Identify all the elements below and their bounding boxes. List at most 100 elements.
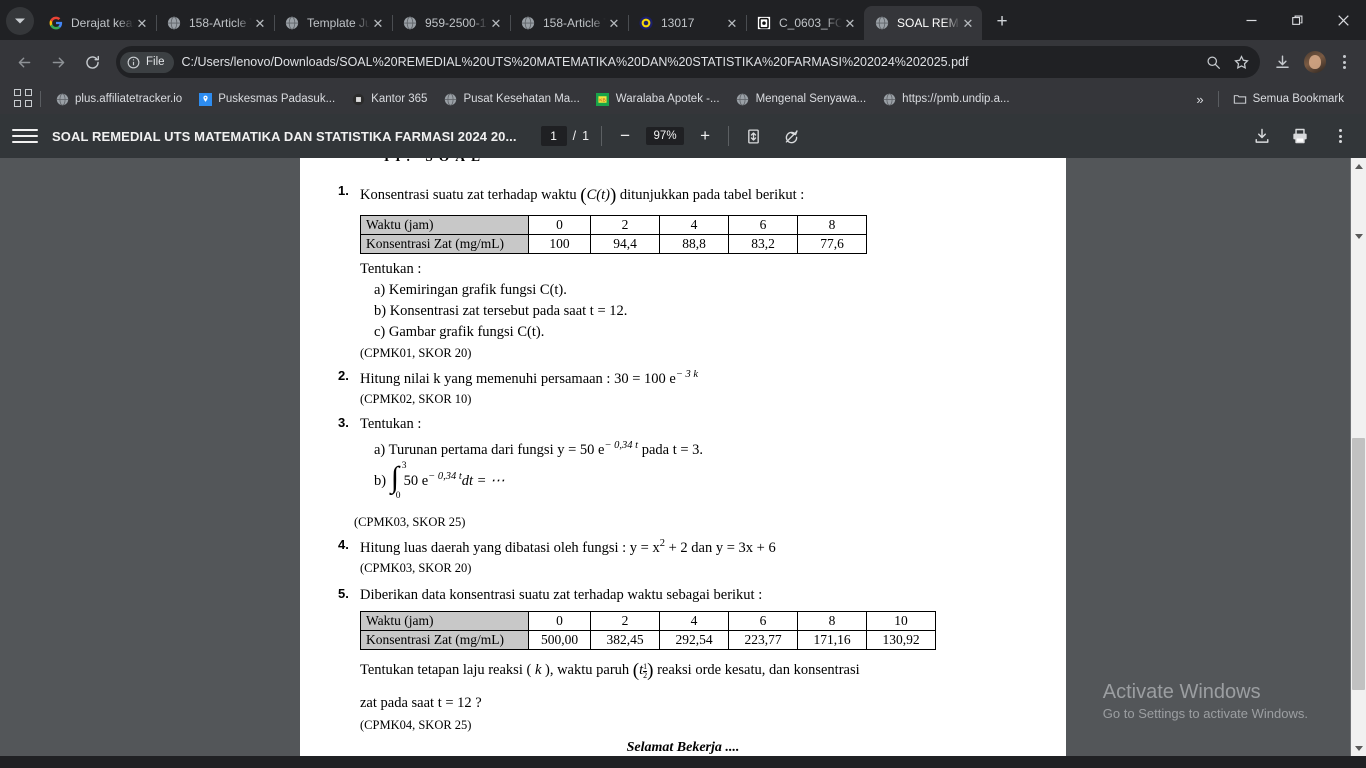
cell: 6 — [728, 214, 798, 235]
tab-close-button[interactable]: ✕ — [960, 15, 976, 31]
tab-search-button[interactable] — [6, 7, 34, 35]
globe-icon — [166, 15, 182, 31]
zoom-in-button[interactable]: + — [694, 125, 716, 147]
tab-3[interactable]: 959-2500-1- ✕ — [392, 6, 511, 40]
tab-4[interactable]: 158-Article T ✕ — [510, 6, 629, 40]
bookmark-label: Mengenal Senyawa... — [755, 93, 867, 105]
tab-close-button[interactable]: ✕ — [842, 15, 858, 31]
rotate-icon[interactable] — [779, 124, 803, 148]
fit-page-icon[interactable] — [741, 124, 765, 148]
vertical-scrollbar[interactable] — [1351, 158, 1366, 756]
page-separator: / — [572, 129, 577, 143]
bookmark-label: Puskesmas Padasuk... — [218, 93, 336, 105]
tab-5[interactable]: 13017 ✕ — [628, 6, 747, 40]
zoom-out-button[interactable]: − — [614, 125, 636, 147]
print-icon[interactable] — [1288, 124, 1312, 148]
question-body: Diberikan data konsentrasi suatu zat ter… — [360, 585, 1028, 735]
tab-0[interactable]: Derajat keasa ✕ — [38, 6, 157, 40]
tab-close-button[interactable]: ✕ — [370, 15, 386, 31]
question-text: Hitung luas daerah yang dibatasi oleh fu… — [360, 536, 1028, 559]
restore-icon[interactable] — [1274, 4, 1320, 36]
question-body: Konsentrasi suatu zat terhadap waktu (C(… — [360, 182, 1028, 362]
bookmark-6[interactable]: https://pmb.undip.a... — [874, 89, 1017, 109]
cell: 2 — [590, 214, 660, 235]
bookmarks-overflow-button[interactable]: » — [1188, 92, 1211, 107]
tab-close-button[interactable]: ✕ — [134, 15, 150, 31]
page-info-chip[interactable]: File — [120, 51, 174, 73]
globe-icon — [402, 15, 418, 31]
globe-icon — [882, 92, 896, 106]
tab-title: Derajat keasa — [71, 16, 134, 30]
zoom-controls: − 97% + — [614, 125, 716, 147]
download-icon[interactable] — [1250, 124, 1274, 148]
svg-text:KB: KB — [600, 97, 606, 103]
pdf-page: II. SOAL 1. Konsentrasi suatu zat terhad… — [300, 158, 1066, 756]
bookmark-0[interactable]: plus.affiliatetracker.io — [47, 89, 190, 109]
bookmark-1[interactable]: Puskesmas Padasuk... — [190, 89, 343, 109]
tab-7-active[interactable]: SOAL REMED ✕ — [864, 6, 982, 40]
question-prompt: Konsentrasi suatu zat terhadap waktu (C(… — [360, 182, 1028, 210]
table-row: Konsentrasi Zat (mg/mL) 100 94,4 88,8 83… — [360, 233, 867, 254]
tail-text-c: reaksi orde kesatu, dan konsentrasi — [657, 661, 860, 678]
tail-text-b: ), waktu paruh — [545, 661, 630, 678]
question-body: Hitung nilai k yang memenuhi persamaan :… — [360, 367, 1028, 408]
pdf-toolbar: SOAL REMEDIAL UTS MATEMATIKA DAN STATIST… — [0, 114, 1366, 158]
question-number: 5. — [338, 585, 349, 601]
tab-1[interactable]: 158-Article T ✕ — [156, 6, 275, 40]
page-number-input[interactable] — [540, 126, 567, 146]
scroll-up-arrow[interactable] — [1351, 158, 1366, 174]
apps-grid-icon[interactable] — [14, 89, 34, 109]
tab-close-button[interactable]: ✕ — [252, 15, 268, 31]
scroll-down-arrow[interactable] — [1351, 740, 1366, 756]
forward-button[interactable] — [42, 46, 74, 78]
omnibox-actions — [1200, 49, 1254, 75]
tab-close-button[interactable]: ✕ — [488, 15, 504, 31]
globe-icon — [520, 15, 536, 31]
tab-title: 158-Article T — [543, 16, 606, 30]
cell: 83,2 — [728, 233, 798, 254]
bookmark-5[interactable]: Mengenal Senyawa... — [728, 89, 875, 109]
half-life-notation: t12 — [639, 660, 648, 681]
back-button[interactable] — [8, 46, 40, 78]
downloads-button[interactable] — [1266, 46, 1298, 78]
cell: 223,77 — [728, 629, 798, 650]
row-label: Konsentrasi Zat (mg/mL) — [360, 629, 529, 650]
pdf-menu-icon[interactable] — [1326, 122, 1354, 150]
tab-close-button[interactable]: ✕ — [606, 15, 622, 31]
bookmark-4[interactable]: KB Waralaba Apotek -... — [588, 89, 728, 109]
url-text[interactable]: C:/Users/lenovo/Downloads/SOAL%20REMEDIA… — [182, 55, 1200, 69]
question-number: 1. — [338, 183, 349, 198]
view-controls — [741, 124, 803, 148]
bookmark-star-icon[interactable] — [1228, 49, 1254, 75]
profile-avatar[interactable] — [1304, 51, 1326, 73]
bookmark-3[interactable]: Pusat Kesehatan Ma... — [435, 89, 587, 109]
integral-symbol: ∫ — [390, 460, 399, 494]
globe-icon — [443, 92, 457, 106]
search-icon[interactable] — [1200, 49, 1226, 75]
address-bar[interactable]: File C:/Users/lenovo/Downloads/SOAL%20RE… — [116, 46, 1260, 78]
tab-2[interactable]: Template Jur ✕ — [274, 6, 393, 40]
pdf-toolbar-actions — [1250, 122, 1354, 150]
minimize-icon[interactable] — [1228, 4, 1274, 36]
scrollbar-thumb[interactable] — [1352, 438, 1365, 690]
chrome-menu-icon[interactable] — [1330, 48, 1358, 76]
reload-button[interactable] — [76, 46, 108, 78]
tab-close-button[interactable]: ✕ — [724, 15, 740, 31]
cell: 94,4 — [590, 233, 660, 254]
question-5-tail-2: zat pada saat t = 12 ? — [360, 695, 482, 712]
scroll-down-arrow-inner[interactable] — [1351, 228, 1366, 244]
cell: 130,92 — [866, 629, 936, 650]
tab-list: Derajat keasa ✕ 158-Article T ✕ Template… — [38, 0, 1228, 40]
globe-icon — [736, 92, 750, 106]
cell: 88,8 — [659, 233, 729, 254]
sidebar-toggle-icon[interactable] — [12, 123, 38, 149]
cell: 4 — [659, 610, 729, 631]
bookmark-2[interactable]: Kantor 365 — [343, 89, 435, 109]
data-table-1: Waktu (jam) 0 2 4 6 8 Konsentrasi Zat (m… — [360, 214, 867, 254]
equation-prefix: Hitung luas daerah yang dibatasi oleh fu… — [360, 539, 660, 556]
tab-6[interactable]: C_0603_FCC ✕ — [746, 6, 864, 40]
close-icon[interactable] — [1320, 4, 1366, 36]
new-tab-button[interactable]: + — [988, 8, 1016, 36]
all-bookmarks-button[interactable]: Semua Bookmark — [1225, 89, 1352, 109]
prompt-text-b: ditunjukkan pada tabel berikut : — [619, 187, 805, 203]
